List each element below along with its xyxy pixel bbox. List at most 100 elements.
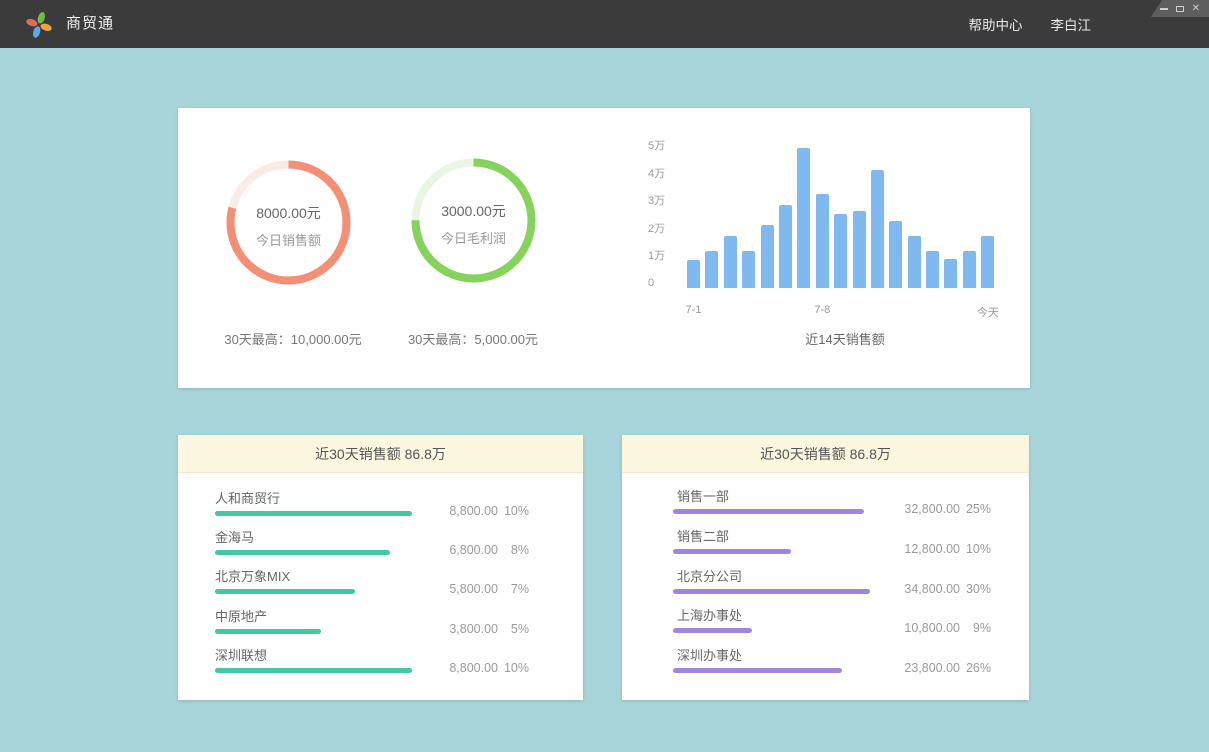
app-logo-pinwheel-icon xyxy=(24,9,54,39)
bar-chart-title: 近14天销售额 xyxy=(745,329,945,348)
bar xyxy=(889,221,902,288)
today-profit-donut: 3000.00元 今日毛利润 xyxy=(410,157,537,284)
department-rank-card: 近30天销售额 86.8万 销售一部32,800.0025%销售二部12,800… xyxy=(622,435,1029,700)
bar xyxy=(908,236,921,288)
rank-item-name: 深圳联想 xyxy=(215,640,529,663)
bar xyxy=(944,259,957,288)
rank-item-percent: 26% xyxy=(960,661,991,675)
bar xyxy=(687,260,700,288)
bar xyxy=(797,148,810,288)
rank-item-bar xyxy=(215,589,355,594)
titlebar-menu: 帮助中心 李白江 xyxy=(969,0,1092,48)
rank-item-name: 销售二部 xyxy=(677,521,991,544)
rank-row: 人和商贸行8,800.0010% xyxy=(215,483,529,522)
today-profit-footnote: 30天最高：5,000.00元 xyxy=(363,329,583,348)
rank-item-bar xyxy=(673,589,870,594)
customer-rank-list: 人和商贸行8,800.0010%金海马6,800.008%北京万象MIX5,80… xyxy=(215,483,529,679)
bar xyxy=(761,225,774,288)
user-menu[interactable]: 李白江 xyxy=(1051,14,1092,34)
rank-row: 中原地产3,800.005% xyxy=(215,601,529,640)
department-rank-title: 近30天销售额 86.8万 xyxy=(622,435,1029,473)
rank-item-bar xyxy=(673,509,864,514)
help-center-link[interactable]: 帮助中心 xyxy=(969,14,1023,34)
rank-item-name: 上海办事处 xyxy=(677,600,991,623)
customer-rank-title: 近30天销售额 86.8万 xyxy=(178,435,583,473)
rank-item-name: 北京万象MIX xyxy=(215,561,529,584)
rank-item-percent: 8% xyxy=(498,543,529,557)
rank-item-name: 深圳办事处 xyxy=(677,640,991,663)
today-profit-value: 3000.00元 xyxy=(410,201,537,221)
bar xyxy=(981,236,994,288)
rank-item-bar xyxy=(215,629,321,634)
customer-rank-card: 近30天销售额 86.8万 人和商贸行8,800.0010%金海马6,800.0… xyxy=(178,435,583,700)
bar xyxy=(963,251,976,288)
rank-row: 金海马6,800.008% xyxy=(215,522,529,561)
minimize-icon[interactable] xyxy=(1160,8,1168,10)
window-controls: ✕ xyxy=(1151,0,1209,17)
rank-item-amount: 8,800.00 xyxy=(420,504,498,518)
today-sales-donut: 8000.00元 今日销售额 xyxy=(225,159,352,286)
rank-item-value: 32,800.0025% xyxy=(882,502,991,516)
rank-item-bar xyxy=(215,668,412,673)
rank-item-value: 10,800.009% xyxy=(882,621,991,635)
rank-item-value: 23,800.0026% xyxy=(882,661,991,675)
bar xyxy=(779,205,792,288)
rank-row: 销售二部12,800.0010% xyxy=(673,521,991,561)
bar xyxy=(871,170,884,288)
y-axis-tick: 2万 xyxy=(648,220,665,236)
today-sales-value: 8000.00元 xyxy=(225,203,352,223)
rank-item-amount: 8,800.00 xyxy=(420,661,498,675)
rank-row: 北京万象MIX5,800.007% xyxy=(215,561,529,600)
rank-item-amount: 5,800.00 xyxy=(420,582,498,596)
bar xyxy=(742,251,755,288)
close-icon[interactable]: ✕ xyxy=(1192,4,1200,14)
rank-item-name: 销售一部 xyxy=(677,481,991,504)
rank-item-bar xyxy=(673,549,791,554)
rank-item-value: 5,800.007% xyxy=(420,582,529,596)
bar xyxy=(705,251,718,288)
maximize-icon[interactable] xyxy=(1176,6,1184,12)
rank-item-percent: 10% xyxy=(960,542,991,556)
today-profit-label: 今日毛利润 xyxy=(410,228,537,247)
rank-item-amount: 23,800.00 xyxy=(882,661,960,675)
department-rank-list: 销售一部32,800.0025%销售二部12,800.0010%北京分公司34,… xyxy=(673,481,991,680)
x-axis-tick: 今天 xyxy=(977,304,999,320)
y-axis-tick: 1万 xyxy=(648,247,665,263)
rank-item-value: 8,800.0010% xyxy=(420,504,529,518)
rank-item-amount: 34,800.00 xyxy=(882,582,960,596)
rank-item-value: 8,800.0010% xyxy=(420,661,529,675)
bar-chart-yticks: 5万4万3万2万1万0 xyxy=(648,145,678,295)
bar xyxy=(724,236,737,288)
rank-row: 北京分公司34,800.0030% xyxy=(673,561,991,601)
rank-item-percent: 30% xyxy=(960,582,991,596)
rank-item-value: 12,800.0010% xyxy=(882,542,991,556)
x-axis-tick: 7-1 xyxy=(686,304,702,316)
rank-item-percent: 9% xyxy=(960,621,991,635)
rank-item-value: 6,800.008% xyxy=(420,543,529,557)
rank-item-percent: 5% xyxy=(498,622,529,636)
rank-item-value: 3,800.005% xyxy=(420,622,529,636)
bar xyxy=(834,214,847,288)
rank-item-bar xyxy=(215,550,390,555)
rank-item-amount: 32,800.00 xyxy=(882,502,960,516)
rank-row: 销售一部32,800.0025% xyxy=(673,481,991,521)
title-bar: 商贸通 帮助中心 李白江 ✕ xyxy=(0,0,1209,48)
rank-item-name: 人和商贸行 xyxy=(215,483,529,506)
x-axis-tick: 7-8 xyxy=(814,304,830,316)
rank-item-name: 中原地产 xyxy=(215,601,529,624)
overview-card: 8000.00元 今日销售额 30天最高：10,000.00元 3000.00元… xyxy=(178,108,1030,388)
rank-item-bar xyxy=(673,668,842,673)
bar-chart-bars xyxy=(687,138,994,288)
bar xyxy=(926,251,939,288)
rank-item-amount: 6,800.00 xyxy=(420,543,498,557)
rank-item-percent: 7% xyxy=(498,582,529,596)
rank-item-name: 金海马 xyxy=(215,522,529,545)
bar xyxy=(816,194,829,288)
rank-row: 深圳联想8,800.0010% xyxy=(215,640,529,679)
rank-item-amount: 10,800.00 xyxy=(882,621,960,635)
rank-item-amount: 12,800.00 xyxy=(882,542,960,556)
rank-item-percent: 10% xyxy=(498,504,529,518)
y-axis-tick: 0 xyxy=(648,277,654,289)
rank-item-amount: 3,800.00 xyxy=(420,622,498,636)
bar-chart-xticks: 7-1 7-8 今天 xyxy=(687,304,997,318)
